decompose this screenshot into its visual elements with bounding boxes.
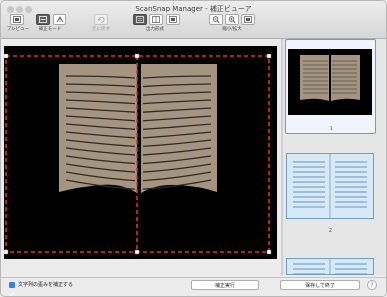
zoom-in-icon: [228, 16, 236, 23]
thumbnail-page-2-image: [293, 154, 367, 218]
window-title: ScanSnap Manager - 補正ビューア: [135, 5, 252, 13]
book-mode-button[interactable]: [53, 14, 66, 25]
text-distortion-label: 文字列の歪みを補正する: [18, 282, 74, 288]
single-page-icon: [136, 16, 144, 23]
thumbnail-page-number: 1: [329, 126, 334, 132]
thumbnail-page-2[interactable]: [286, 153, 374, 219]
split-pages-icon: [152, 16, 160, 23]
thumbnail-page-1-image: [288, 49, 372, 115]
thumbnail-page-number: 2: [328, 228, 333, 234]
crop-handle[interactable]: [134, 53, 140, 59]
undo-icon: [97, 16, 105, 23]
output-spread-button[interactable]: [166, 14, 180, 25]
preview-button[interactable]: [10, 14, 24, 25]
zoom-out-button[interactable]: [209, 14, 223, 25]
crop-handle[interactable]: [266, 249, 272, 255]
titlebar: ScanSnap Manager - 補正ビューア プレビュー 補正モード 元に…: [1, 1, 386, 39]
output-split-pages-button[interactable]: [149, 14, 163, 25]
crop-handle[interactable]: [134, 249, 140, 255]
output-format-label: 出力形式: [146, 27, 164, 32]
crop-handle[interactable]: [3, 53, 9, 59]
book-icon: [56, 16, 63, 23]
apply-correction-button[interactable]: 補正実行: [191, 280, 259, 290]
text-distortion-checkbox[interactable]: [9, 282, 15, 296]
thumbnail-page-3-image: [293, 259, 367, 274]
zoom-out-icon: [212, 16, 220, 23]
correction-mode-button[interactable]: [36, 14, 50, 25]
output-single-page-button[interactable]: [133, 14, 147, 25]
fit-to-window-icon: [244, 16, 252, 23]
crop-handle[interactable]: [266, 53, 272, 59]
app-window: ScanSnap Manager - 補正ビューア プレビュー 補正モード 元に…: [0, 0, 387, 297]
reset-label: 元に戻す: [92, 27, 110, 32]
preview-canvas[interactable]: [3, 46, 277, 259]
preview-icon: [13, 16, 21, 23]
fit-window-button[interactable]: [241, 14, 255, 25]
checkmark-icon: [9, 292, 15, 296]
book-scan-image: [3, 53, 272, 255]
preview-label: プレビュー: [6, 27, 30, 32]
thumbnail-page-1[interactable]: 1: [285, 39, 376, 134]
spread-page-icon: [169, 16, 177, 23]
reset-button[interactable]: [94, 14, 108, 25]
zoom-label: 縮小/拡大: [222, 27, 242, 32]
page-correction-icon: [39, 16, 47, 23]
thumbnail-page-3[interactable]: [286, 258, 374, 275]
crop-handle[interactable]: [3, 249, 9, 255]
save-and-exit-button[interactable]: 保存して終了: [280, 280, 360, 290]
thumbnail-pane-divider: [281, 39, 283, 275]
help-button[interactable]: ?: [367, 280, 377, 290]
correction-mode-label: 補正モード: [38, 27, 62, 32]
zoom-in-button[interactable]: [225, 14, 239, 25]
